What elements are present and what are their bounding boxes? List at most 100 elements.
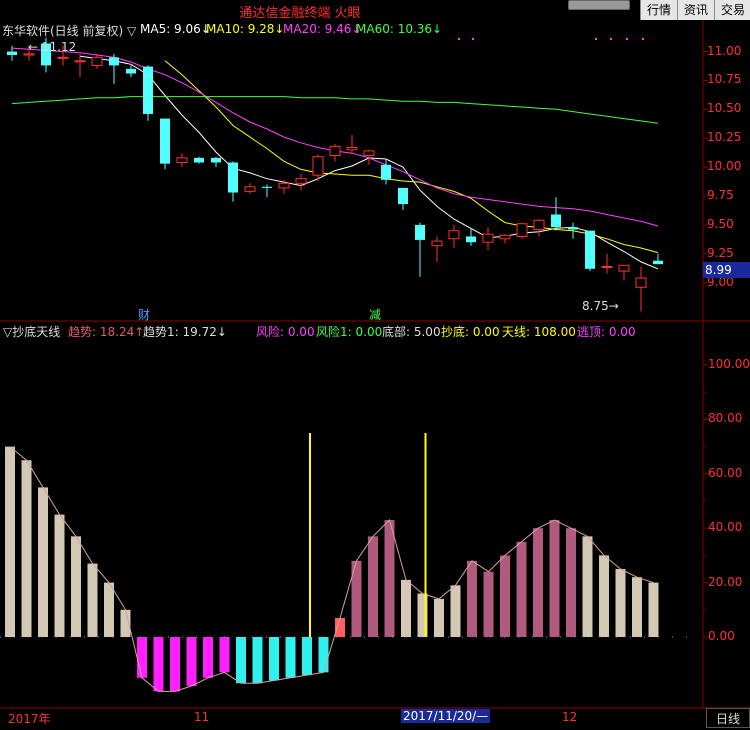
indicator-bar bbox=[582, 536, 593, 637]
price-axis-tick: 9.25 bbox=[707, 245, 734, 260]
signal-dot bbox=[610, 38, 612, 40]
indicator-bar bbox=[632, 577, 642, 637]
candle bbox=[431, 236, 443, 262]
indicator-name[interactable]: ▽抄底天线 bbox=[3, 323, 60, 339]
trend1-label: 趋势1: 19.72↓ bbox=[143, 325, 227, 339]
candle bbox=[295, 174, 307, 191]
indicator-bar bbox=[368, 536, 378, 637]
indicator-bar bbox=[203, 637, 213, 678]
indicator-bar bbox=[549, 520, 560, 637]
ma20-label: MA20: 9.46↓ bbox=[283, 22, 362, 36]
signal-dot bbox=[458, 38, 460, 40]
candle bbox=[109, 53, 119, 84]
indicator-axis-tick: 20.00 bbox=[708, 574, 743, 589]
indicator-bar bbox=[434, 598, 444, 637]
indicator-bar bbox=[450, 585, 461, 637]
signal-dot bbox=[642, 38, 644, 40]
indicator-bar bbox=[467, 560, 477, 637]
candle bbox=[533, 219, 545, 237]
ma20-line bbox=[11, 47, 659, 227]
ma5-label: MA5: 9.06↓ bbox=[140, 22, 211, 36]
indicator-bar bbox=[335, 617, 345, 637]
candle bbox=[499, 234, 511, 244]
cursor-date-label: 2017/11/20/— bbox=[401, 709, 491, 723]
financial-event-mark[interactable]: 财 bbox=[138, 306, 150, 323]
candle bbox=[551, 197, 561, 231]
indicator-bar bbox=[566, 528, 576, 637]
candle bbox=[329, 144, 341, 162]
candle bbox=[346, 134, 358, 154]
candle bbox=[448, 224, 460, 248]
signal-dot bbox=[626, 38, 628, 40]
period-button[interactable]: 日线 bbox=[706, 708, 750, 728]
candle bbox=[415, 222, 425, 277]
bottom-label: 底部: 5.00 bbox=[382, 325, 441, 339]
ma60-label: MA60: 10.36↓ bbox=[356, 22, 443, 36]
indicator-bar bbox=[236, 637, 246, 684]
candle bbox=[653, 253, 663, 265]
indicator-bar bbox=[71, 536, 81, 637]
time-label-nov: 11 bbox=[194, 710, 210, 724]
time-label-dec: 12 bbox=[562, 710, 578, 724]
candle bbox=[143, 65, 153, 121]
indicator-bar bbox=[615, 569, 626, 637]
indicator-bar bbox=[599, 555, 609, 637]
ma60-line bbox=[11, 96, 659, 124]
indicator-axis-tick: 60.00 bbox=[708, 465, 743, 480]
indicator-bar bbox=[285, 637, 296, 678]
candle bbox=[262, 184, 272, 198]
candle bbox=[91, 53, 103, 69]
indicator-bar bbox=[384, 520, 395, 637]
price-axis-tick: 10.50 bbox=[707, 101, 742, 116]
candle bbox=[176, 153, 188, 168]
indicator-bar bbox=[648, 582, 659, 637]
candle bbox=[482, 227, 494, 251]
low-price-label: 8.75→ bbox=[582, 299, 619, 313]
indicator-bar bbox=[5, 446, 15, 637]
candle bbox=[160, 118, 170, 170]
indicator-bar bbox=[87, 563, 98, 637]
indicator-bar bbox=[38, 487, 48, 637]
candle bbox=[635, 266, 647, 312]
indicator-axis-tick: 80.00 bbox=[708, 411, 743, 426]
indicator-axis-tick: 40.00 bbox=[708, 520, 743, 535]
candle bbox=[228, 161, 238, 202]
current-price-tag: 8.99 bbox=[703, 262, 750, 278]
indicator-overlay bbox=[0, 364, 708, 692]
indicator-axis-tick: 0.00 bbox=[708, 629, 735, 643]
taoding-label: 逃顶: 0.00 bbox=[577, 325, 636, 339]
chart-canvas[interactable] bbox=[0, 0, 750, 730]
price-axis-tick: 10.00 bbox=[707, 159, 742, 174]
trend-label: 趋势: 18.24↑ bbox=[68, 325, 145, 339]
candle bbox=[194, 156, 204, 164]
indicator-bar bbox=[186, 637, 197, 686]
indicator-bar bbox=[137, 637, 147, 678]
candle bbox=[466, 228, 476, 246]
candle bbox=[585, 230, 595, 272]
candle bbox=[126, 65, 136, 77]
low-price-value: 8.75 bbox=[582, 299, 609, 313]
stock-terminal-window: 通达信金融终端 火眼 行情 资讯 交易 东华软件(日线 前复权) ▽ MA5: … bbox=[0, 0, 750, 730]
indicator-bar bbox=[219, 637, 230, 673]
chaodi-label: 抄底: 0.00 bbox=[441, 325, 500, 339]
high-price-value: 11.12 bbox=[41, 40, 77, 54]
signal-dot bbox=[472, 38, 474, 40]
candle bbox=[516, 222, 528, 239]
ma10-label: MA10: 9.28↓ bbox=[206, 22, 285, 36]
indicator-bar bbox=[170, 637, 180, 692]
indicator-bar bbox=[252, 637, 263, 684]
risk1-label: 风险1: 0.00 bbox=[316, 325, 383, 339]
candle bbox=[244, 183, 256, 194]
reduction-event-mark[interactable]: 减 bbox=[369, 306, 381, 323]
price-grid bbox=[458, 38, 708, 284]
price-axis-tick: 10.25 bbox=[707, 130, 742, 145]
indicator-axis-tick: 100.00 bbox=[708, 357, 750, 371]
candle bbox=[398, 187, 408, 210]
stock-name-label[interactable]: 东华软件(日线 前复权) ▽ bbox=[2, 22, 136, 38]
indicator-bar bbox=[269, 637, 279, 681]
indicator-bar bbox=[401, 579, 411, 637]
indicator-bar bbox=[483, 571, 494, 637]
price-axis-tick: 9.75 bbox=[707, 188, 734, 202]
price-axis-tick: 10.75 bbox=[707, 72, 742, 87]
indicator-bar bbox=[21, 460, 32, 637]
